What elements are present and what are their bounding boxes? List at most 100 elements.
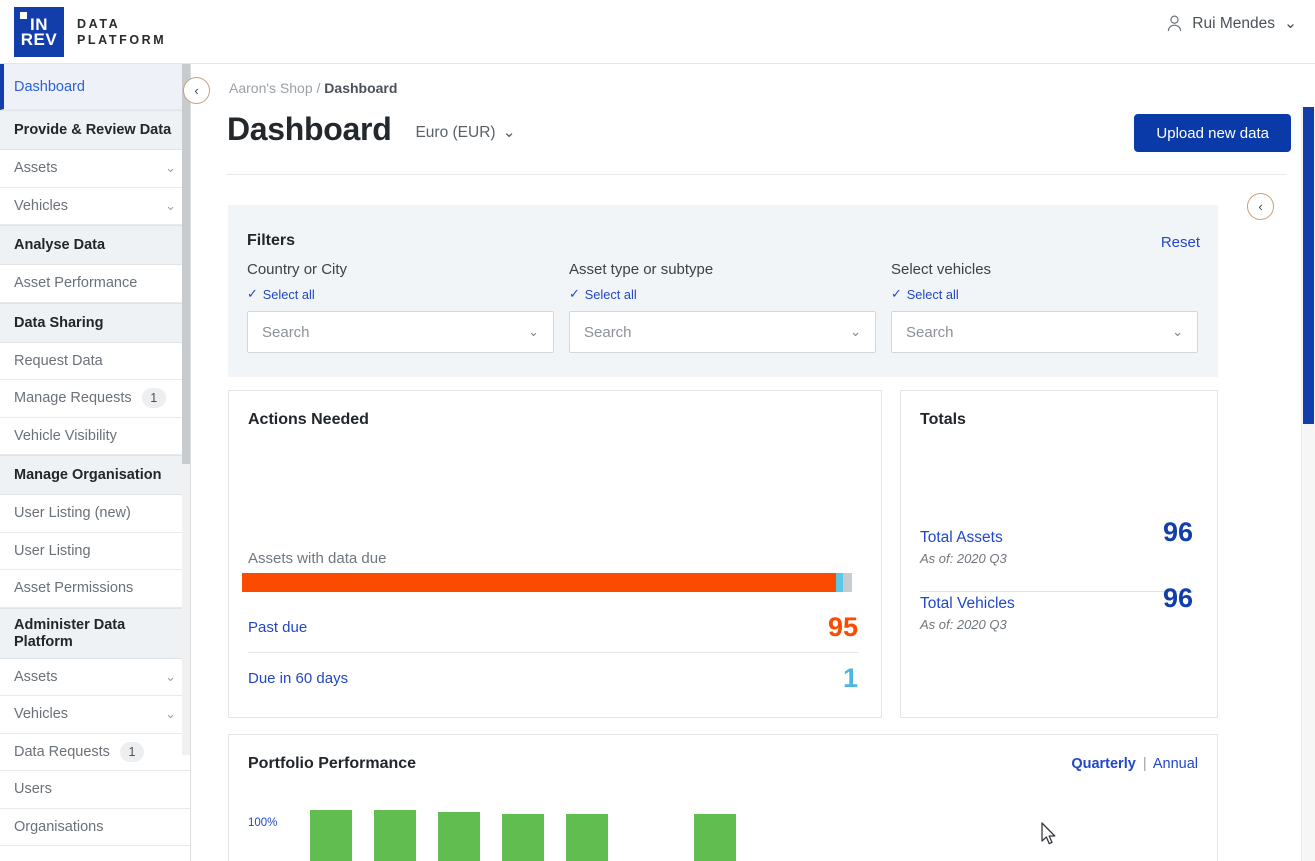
asset-type-search-select[interactable]: Search ⌄ [569,311,876,353]
select-all-asset-type[interactable]: ✓ Select all [569,286,876,302]
search-placeholder: Search [262,323,310,341]
sidebar-item-label: Asset Performance [14,275,138,292]
past-due-row[interactable]: Past due 95 [248,603,858,653]
brand-name-line-2: PLATFORM [77,32,167,47]
sidebar-item-assets[interactable]: Assets ⌄ [0,150,190,188]
sidebar: Dashboard Provide & Review Data Assets ⌄ Veh… [0,64,191,861]
assets-with-data-due-label: Assets with data due [248,550,387,567]
select-all-label: Select all [262,286,315,302]
search-placeholder: Search [584,323,632,341]
sidebar-item-label: Assets [14,668,58,685]
total-assets-row[interactable]: Total Assets As of: 2020 Q3 96 [920,517,1193,592]
sidebar-section-data-sharing: Data Sharing [0,302,190,343]
check-icon: ✓ [247,286,258,301]
chart-bar-Q4 [502,813,544,861]
chevron-left-icon: ‹ [194,83,199,98]
total-vehicles-label[interactable]: Total Vehicles [920,595,1193,613]
vehicles-search-select[interactable]: Search ⌄ [891,311,1198,353]
chevron-down-icon[interactable]: ⌄ [165,160,176,176]
chart-bar-Q2 [374,810,416,861]
reset-filters-link[interactable]: Reset [1161,234,1200,251]
chevron-down-icon: ⌄ [850,324,861,339]
sidebar-item-assets[interactable]: Assets ⌄ [0,658,190,696]
sidebar-item-request-data[interactable]: Request Data [0,342,190,380]
assets-due-stacked-bar [242,573,852,592]
sidebar-item-label: Users [14,781,52,798]
sidebar-item-asset-permissions[interactable]: Asset Permissions [0,570,190,608]
sidebar-item-asset-performance[interactable]: Asset Performance [0,265,190,303]
y-axis-tick-100: 100% [248,817,278,829]
sidebar-item-user-listing-new[interactable]: User Listing (new) [0,495,190,533]
country-search-select[interactable]: Search ⌄ [247,311,554,353]
due-in-60-days-row[interactable]: Due in 60 days 1 [248,653,858,703]
sidebar-item-manage-requests[interactable]: Manage Requests 1 [0,380,190,418]
due-in-60-days-value: 1 [842,662,858,693]
total-assets-value: 96 [1162,517,1193,547]
chevron-down-icon: ⌄ [528,324,539,339]
user-name: Rui Mendes [1192,14,1275,32]
user-menu[interactable]: Rui Mendes ⌄ [1166,14,1297,33]
chart-bar-Q5 [566,813,608,861]
collapse-right-panel-button[interactable]: ‹ [1247,193,1274,220]
sidebar-item-vehicles[interactable]: Vehicles ⌄ [0,187,190,225]
page-scrollbar[interactable] [1301,107,1315,861]
sidebar-section-administer-data-platform: Administer Data Platform [0,607,190,659]
totals-title: Totals [920,411,966,428]
sidebar-item-user-listing[interactable]: User Listing [0,532,190,570]
sidebar-item-badge: 1 [141,388,166,409]
sidebar-scrollbar[interactable] [182,64,190,755]
sidebar-item-dashboard[interactable]: Dashboard [0,64,190,110]
filter-label: Select vehicles [891,261,992,278]
brand-name: DATA PLATFORM [77,16,166,48]
filter-country-or-city: Country or City ✓ Select all Search ⌄ [247,261,554,353]
sidebar-item-label: Organisations [14,818,104,835]
upload-new-data-button[interactable]: Upload new data [1134,114,1291,152]
search-placeholder: Search [906,323,954,341]
chevron-left-icon: ‹ [1258,199,1263,214]
actions-needed-card: Actions Needed Assets with data due Past… [228,390,882,718]
toggle-annual[interactable]: Annual [1153,756,1198,772]
logo-tick-mark [20,11,27,19]
filter-label: Asset type or subtype [569,261,714,278]
sidebar-scrollbar-thumb[interactable] [182,64,190,464]
sidebar-item-label: Data Requests [14,743,110,760]
sidebar-item-label: Vehicle Visibility [14,427,117,444]
breadcrumb-parent[interactable]: Aaron's Shop [229,80,313,96]
page-scrollbar-thumb[interactable] [1303,107,1314,424]
chevron-down-icon[interactable]: ⌄ [165,198,176,214]
stacked-bar-segment-remaining [842,573,852,592]
sidebar-item-badge: 1 [119,741,144,762]
sidebar-item-vehicle-visibility[interactable]: Vehicle Visibility [0,417,190,455]
sidebar-section-analyse-data: Analyse Data [0,225,190,265]
inrev-logo-icon: IN REV [14,6,64,57]
sidebar-item-label: Vehicles [14,197,69,214]
sidebar-item-data-requests[interactable]: Data Requests 1 [0,733,190,771]
select-all-country[interactable]: ✓ Select all [247,286,554,302]
sidebar-item-label: Vehicles [14,706,69,723]
check-icon: ✓ [569,286,580,301]
page-title-row: Dashboard Euro (EUR) ⌄ [227,111,516,148]
brand-logo[interactable]: IN REV DATA PLATFORM [14,6,166,57]
select-all-vehicles[interactable]: ✓ Select all [891,286,1198,302]
due-in-60-days-label[interactable]: Due in 60 days [248,670,348,687]
chevron-down-icon[interactable]: ⌄ [165,669,176,685]
person-icon [1168,15,1182,32]
sidebar-nav: Dashboard Provide & Review Data Assets ⌄ Veh… [0,64,190,846]
period-toggle: Quarterly | Annual [1071,756,1198,772]
select-all-label: Select all [584,286,637,302]
currency-label: Euro (EUR) [415,123,496,141]
sidebar-item-vehicles[interactable]: Vehicles ⌄ [0,696,190,734]
toggle-quarterly[interactable]: Quarterly [1071,756,1135,772]
past-due-label[interactable]: Past due [248,619,307,636]
collapse-sidebar-button[interactable]: ‹ [183,77,210,104]
actions-needed-title: Actions Needed [248,411,369,428]
currency-selector[interactable]: Euro (EUR) ⌄ [415,123,515,148]
total-vehicles-row[interactable]: Total Vehicles As of: 2020 Q3 96 [920,583,1193,658]
total-assets-label[interactable]: Total Assets [920,529,1193,547]
sidebar-item-label: Asset Permissions [14,580,134,597]
sidebar-item-organisations[interactable]: Organisations [0,808,190,846]
page-title: Dashboard [227,111,392,147]
chevron-down-icon[interactable]: ⌄ [165,706,176,722]
select-all-label: Select all [906,286,959,302]
sidebar-item-users[interactable]: Users [0,771,190,809]
